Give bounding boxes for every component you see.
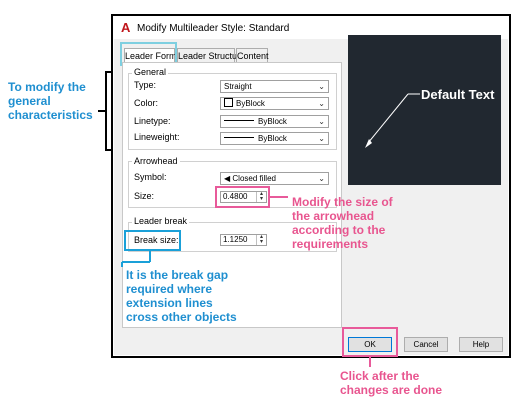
break-annotation: It is the break gap required where exten… [126,268,237,324]
general-annotation: To modify the general characteristics [8,80,93,122]
arrowhead-annotation: Modify the size of the arrowhead accordi… [292,195,393,251]
annotation-connectors [121,196,371,367]
ok-annotation: Click after the changes are done [340,369,443,397]
